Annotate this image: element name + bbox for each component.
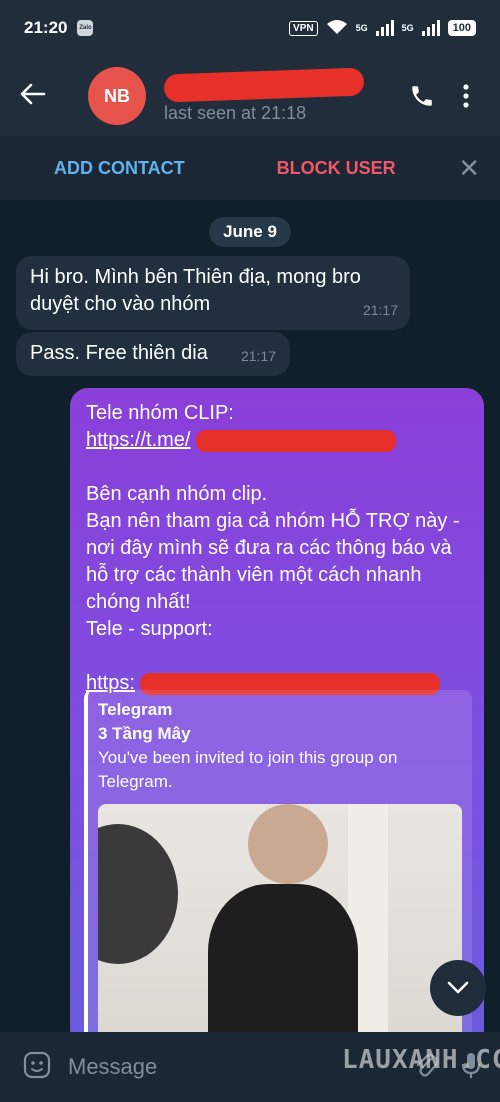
battery-icon: 100 [447,20,476,36]
watermark: LAUXANH.CC [342,1045,500,1075]
message-input[interactable] [68,1047,338,1087]
phone-icon[interactable] [400,83,444,109]
wifi-icon [326,19,348,38]
message-line: Tele - support: [86,618,213,640]
preview-description: You've been invited to join this group o… [98,748,398,791]
chat-header: NB last seen at 21:18 [0,56,500,136]
net-label-2: 5G [401,23,414,33]
message-time: 21:17 [240,348,276,364]
status-time: 21:20 [24,18,68,37]
message-line: Bên cạnh nhóm clip. [86,483,268,505]
last-seen-status: last seen at 21:18 [164,103,307,123]
preview-site-name: Telegram [98,700,173,719]
incoming-message[interactable]: Pass. Free thiên dia 21:17 [16,332,290,376]
chat-area[interactable]: June 9 Hi bro. Mình bên Thiên địa, mong … [0,200,500,1032]
vpn-badge: VPN [289,20,318,36]
block-user-button[interactable]: BLOCK USER [277,158,396,179]
redacted-contact-name [163,67,365,103]
zalo-notification-icon: Zalo [77,20,94,36]
redacted-link [196,429,397,452]
message-link[interactable]: https://t.me/ [86,429,190,451]
status-indicators: VPN 5G 5G 100 [289,19,476,38]
net-label-1: 5G [355,23,368,33]
message-line: Bạn nên tham gia cả nhóm HỖ TRỢ này - nơ… [86,510,460,613]
message-time: 21:17 [362,302,398,318]
incoming-message[interactable]: Hi bro. Mình bên Thiên địa, mong bro duy… [16,256,410,330]
more-vertical-icon[interactable] [444,84,488,108]
message-text: Hi bro. Mình bên Thiên địa, mong bro duy… [30,266,361,315]
arrow-left-icon[interactable] [20,80,60,112]
chat-title-block[interactable]: last seen at 21:18 [162,67,400,125]
date-separator: June 9 [209,217,291,247]
scroll-down-button[interactable] [430,960,486,1016]
contact-action-bar: ADD CONTACT BLOCK USER ✕ [0,136,500,200]
message-text: Pass. Free thiên dia [30,342,208,364]
preview-title: 3 Tầng Mây [98,724,191,743]
signal-icon-2 [421,20,440,36]
link-preview[interactable]: Telegram 3 Tầng Mây You've been invited … [84,690,472,1032]
status-bar: 21:20 Zalo VPN 5G 5G 100 [0,0,500,56]
preview-image[interactable] [98,804,462,1032]
avatar[interactable]: NB [88,67,146,125]
message-line: Tele nhóm CLIP: [86,402,234,424]
chevron-down-icon [447,981,469,994]
outgoing-message[interactable]: Tele nhóm CLIP: https://t.me/ Bên cạnh n… [70,388,484,1032]
sticker-icon[interactable] [22,1050,52,1085]
close-icon[interactable]: ✕ [458,153,480,184]
add-contact-button[interactable]: ADD CONTACT [54,158,185,179]
signal-icon-1 [375,20,394,36]
